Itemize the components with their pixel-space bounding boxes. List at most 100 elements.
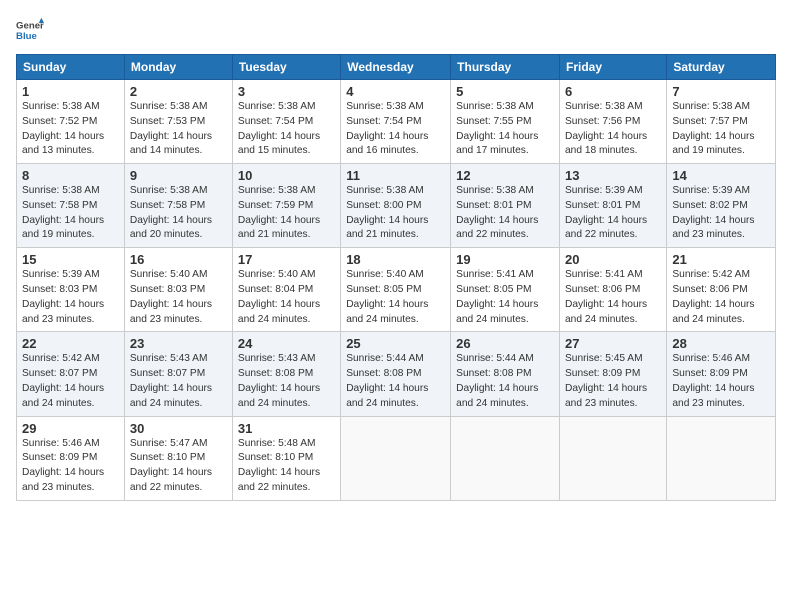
calendar-day-cell: 11 Sunrise: 5:38 AMSunset: 8:00 PMDaylig…	[341, 164, 451, 248]
day-info: Sunrise: 5:38 AMSunset: 7:53 PMDaylight:…	[130, 100, 227, 159]
day-of-week-header: Sunday	[17, 55, 125, 80]
calendar-day-cell: 19 Sunrise: 5:41 AMSunset: 8:05 PMDaylig…	[451, 248, 560, 332]
calendar-day-cell: 3 Sunrise: 5:38 AMSunset: 7:54 PMDayligh…	[232, 80, 340, 164]
calendar-day-cell: 15 Sunrise: 5:39 AMSunset: 8:03 PMDaylig…	[17, 248, 125, 332]
day-info: Sunrise: 5:40 AMSunset: 8:04 PMDaylight:…	[238, 268, 335, 327]
day-info: Sunrise: 5:42 AMSunset: 8:06 PMDaylight:…	[672, 268, 770, 327]
day-of-week-header: Tuesday	[232, 55, 340, 80]
calendar-day-cell: 25 Sunrise: 5:44 AMSunset: 8:08 PMDaylig…	[341, 332, 451, 416]
day-info: Sunrise: 5:38 AMSunset: 7:56 PMDaylight:…	[565, 100, 661, 159]
calendar-day-cell: 10 Sunrise: 5:38 AMSunset: 7:59 PMDaylig…	[232, 164, 340, 248]
calendar-day-cell: 26 Sunrise: 5:44 AMSunset: 8:08 PMDaylig…	[451, 332, 560, 416]
day-info: Sunrise: 5:39 AMSunset: 8:01 PMDaylight:…	[565, 184, 661, 243]
calendar-day-cell: 20 Sunrise: 5:41 AMSunset: 8:06 PMDaylig…	[560, 248, 667, 332]
calendar-week-row: 22 Sunrise: 5:42 AMSunset: 8:07 PMDaylig…	[17, 332, 776, 416]
day-info: Sunrise: 5:46 AMSunset: 8:09 PMDaylight:…	[672, 352, 770, 411]
calendar-week-row: 8 Sunrise: 5:38 AMSunset: 7:58 PMDayligh…	[17, 164, 776, 248]
calendar-day-cell	[451, 416, 560, 500]
day-info: Sunrise: 5:40 AMSunset: 8:03 PMDaylight:…	[130, 268, 227, 327]
day-number: 8	[22, 168, 119, 183]
calendar-day-cell: 28 Sunrise: 5:46 AMSunset: 8:09 PMDaylig…	[667, 332, 776, 416]
day-number: 5	[456, 84, 554, 99]
day-number: 27	[565, 336, 661, 351]
day-number: 14	[672, 168, 770, 183]
day-number: 2	[130, 84, 227, 99]
calendar-week-row: 29 Sunrise: 5:46 AMSunset: 8:09 PMDaylig…	[17, 416, 776, 500]
calendar-day-cell: 27 Sunrise: 5:45 AMSunset: 8:09 PMDaylig…	[560, 332, 667, 416]
day-info: Sunrise: 5:42 AMSunset: 8:07 PMDaylight:…	[22, 352, 119, 411]
calendar-day-cell: 23 Sunrise: 5:43 AMSunset: 8:07 PMDaylig…	[124, 332, 232, 416]
logo: General Blue	[16, 16, 48, 44]
day-info: Sunrise: 5:39 AMSunset: 8:03 PMDaylight:…	[22, 268, 119, 327]
day-number: 4	[346, 84, 445, 99]
day-info: Sunrise: 5:47 AMSunset: 8:10 PMDaylight:…	[130, 437, 227, 496]
calendar-day-cell: 8 Sunrise: 5:38 AMSunset: 7:58 PMDayligh…	[17, 164, 125, 248]
day-of-week-header: Wednesday	[341, 55, 451, 80]
day-info: Sunrise: 5:41 AMSunset: 8:06 PMDaylight:…	[565, 268, 661, 327]
calendar-day-cell	[560, 416, 667, 500]
day-number: 1	[22, 84, 119, 99]
day-number: 13	[565, 168, 661, 183]
day-info: Sunrise: 5:38 AMSunset: 7:57 PMDaylight:…	[672, 100, 770, 159]
day-number: 11	[346, 168, 445, 183]
day-info: Sunrise: 5:38 AMSunset: 7:59 PMDaylight:…	[238, 184, 335, 243]
day-number: 30	[130, 421, 227, 436]
day-info: Sunrise: 5:44 AMSunset: 8:08 PMDaylight:…	[456, 352, 554, 411]
day-info: Sunrise: 5:41 AMSunset: 8:05 PMDaylight:…	[456, 268, 554, 327]
day-number: 19	[456, 252, 554, 267]
calendar-header-row: SundayMondayTuesdayWednesdayThursdayFrid…	[17, 55, 776, 80]
calendar-day-cell: 9 Sunrise: 5:38 AMSunset: 7:58 PMDayligh…	[124, 164, 232, 248]
calendar-body: 1 Sunrise: 5:38 AMSunset: 7:52 PMDayligh…	[17, 80, 776, 501]
calendar-day-cell: 7 Sunrise: 5:38 AMSunset: 7:57 PMDayligh…	[667, 80, 776, 164]
calendar-day-cell: 31 Sunrise: 5:48 AMSunset: 8:10 PMDaylig…	[232, 416, 340, 500]
day-number: 26	[456, 336, 554, 351]
calendar-day-cell: 30 Sunrise: 5:47 AMSunset: 8:10 PMDaylig…	[124, 416, 232, 500]
day-number: 15	[22, 252, 119, 267]
calendar-day-cell: 29 Sunrise: 5:46 AMSunset: 8:09 PMDaylig…	[17, 416, 125, 500]
calendar-day-cell: 22 Sunrise: 5:42 AMSunset: 8:07 PMDaylig…	[17, 332, 125, 416]
day-info: Sunrise: 5:43 AMSunset: 8:07 PMDaylight:…	[130, 352, 227, 411]
day-info: Sunrise: 5:48 AMSunset: 8:10 PMDaylight:…	[238, 437, 335, 496]
day-number: 20	[565, 252, 661, 267]
calendar-day-cell: 1 Sunrise: 5:38 AMSunset: 7:52 PMDayligh…	[17, 80, 125, 164]
day-number: 9	[130, 168, 227, 183]
day-info: Sunrise: 5:39 AMSunset: 8:02 PMDaylight:…	[672, 184, 770, 243]
calendar-table: SundayMondayTuesdayWednesdayThursdayFrid…	[16, 54, 776, 501]
day-info: Sunrise: 5:38 AMSunset: 8:00 PMDaylight:…	[346, 184, 445, 243]
day-of-week-header: Thursday	[451, 55, 560, 80]
day-number: 3	[238, 84, 335, 99]
day-info: Sunrise: 5:38 AMSunset: 7:55 PMDaylight:…	[456, 100, 554, 159]
day-number: 24	[238, 336, 335, 351]
day-number: 18	[346, 252, 445, 267]
calendar-day-cell: 24 Sunrise: 5:43 AMSunset: 8:08 PMDaylig…	[232, 332, 340, 416]
calendar-day-cell: 6 Sunrise: 5:38 AMSunset: 7:56 PMDayligh…	[560, 80, 667, 164]
day-number: 17	[238, 252, 335, 267]
day-number: 28	[672, 336, 770, 351]
day-number: 25	[346, 336, 445, 351]
day-number: 22	[22, 336, 119, 351]
calendar-day-cell: 21 Sunrise: 5:42 AMSunset: 8:06 PMDaylig…	[667, 248, 776, 332]
day-info: Sunrise: 5:38 AMSunset: 7:58 PMDaylight:…	[22, 184, 119, 243]
calendar-day-cell: 16 Sunrise: 5:40 AMSunset: 8:03 PMDaylig…	[124, 248, 232, 332]
day-number: 29	[22, 421, 119, 436]
day-info: Sunrise: 5:38 AMSunset: 7:58 PMDaylight:…	[130, 184, 227, 243]
calendar-day-cell: 12 Sunrise: 5:38 AMSunset: 8:01 PMDaylig…	[451, 164, 560, 248]
day-number: 16	[130, 252, 227, 267]
day-info: Sunrise: 5:38 AMSunset: 8:01 PMDaylight:…	[456, 184, 554, 243]
calendar-day-cell: 2 Sunrise: 5:38 AMSunset: 7:53 PMDayligh…	[124, 80, 232, 164]
day-info: Sunrise: 5:40 AMSunset: 8:05 PMDaylight:…	[346, 268, 445, 327]
day-info: Sunrise: 5:43 AMSunset: 8:08 PMDaylight:…	[238, 352, 335, 411]
general-blue-logo-icon: General Blue	[16, 16, 44, 44]
day-number: 10	[238, 168, 335, 183]
calendar-day-cell: 17 Sunrise: 5:40 AMSunset: 8:04 PMDaylig…	[232, 248, 340, 332]
calendar-day-cell: 14 Sunrise: 5:39 AMSunset: 8:02 PMDaylig…	[667, 164, 776, 248]
day-number: 23	[130, 336, 227, 351]
day-info: Sunrise: 5:38 AMSunset: 7:52 PMDaylight:…	[22, 100, 119, 159]
day-number: 21	[672, 252, 770, 267]
calendar-day-cell: 18 Sunrise: 5:40 AMSunset: 8:05 PMDaylig…	[341, 248, 451, 332]
day-info: Sunrise: 5:46 AMSunset: 8:09 PMDaylight:…	[22, 437, 119, 496]
day-info: Sunrise: 5:45 AMSunset: 8:09 PMDaylight:…	[565, 352, 661, 411]
calendar-day-cell: 5 Sunrise: 5:38 AMSunset: 7:55 PMDayligh…	[451, 80, 560, 164]
day-info: Sunrise: 5:38 AMSunset: 7:54 PMDaylight:…	[346, 100, 445, 159]
calendar-day-cell: 13 Sunrise: 5:39 AMSunset: 8:01 PMDaylig…	[560, 164, 667, 248]
